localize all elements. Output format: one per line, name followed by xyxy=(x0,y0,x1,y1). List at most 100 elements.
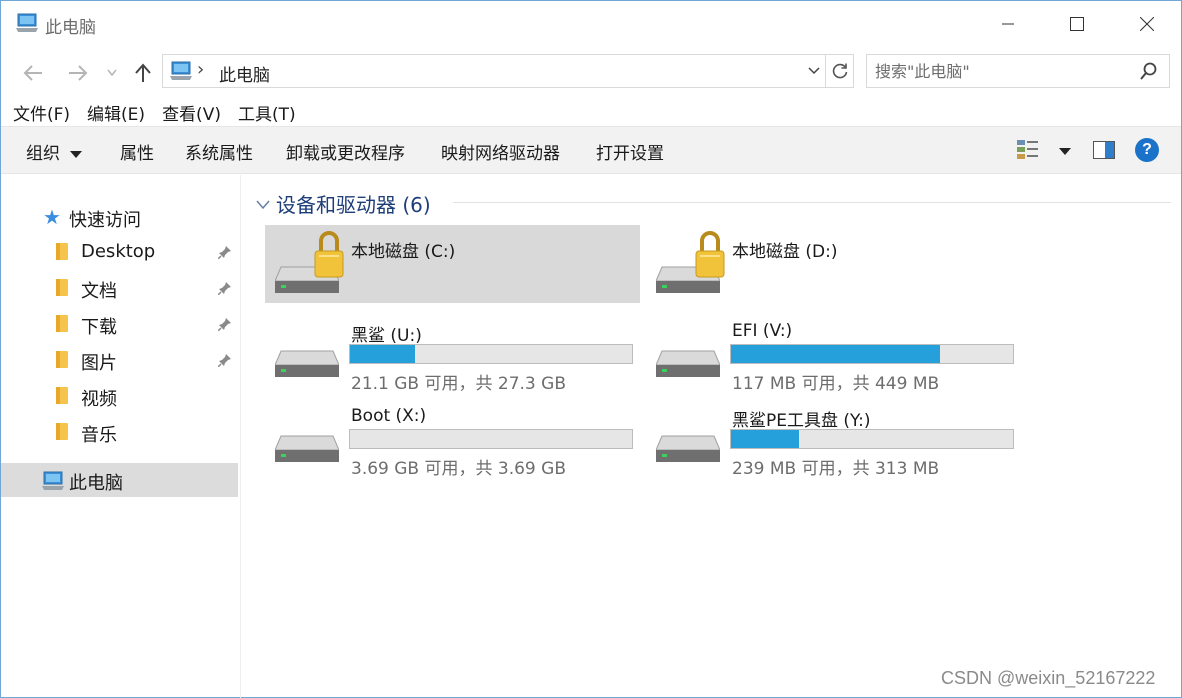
hard-drive-icon xyxy=(274,327,340,384)
usage-bar xyxy=(349,429,633,449)
lock-icon xyxy=(694,227,726,288)
menu-edit[interactable]: 编辑(E) xyxy=(87,100,145,125)
menu-file[interactable]: 文件(F) xyxy=(13,100,70,125)
drive-name: 本地磁盘 (C:) xyxy=(351,242,456,262)
drive-name: Boot (X:) xyxy=(351,406,427,426)
drive-tile-c[interactable]: 本地磁盘 (C:) xyxy=(265,225,640,303)
chevron-down-icon xyxy=(107,69,117,77)
drive-tile-x[interactable]: Boot (X:) 3.69 GB 可用，共 3.69 GB xyxy=(265,394,640,479)
maximize-icon xyxy=(1070,17,1084,31)
chevron-down-icon[interactable] xyxy=(256,195,270,215)
close-button[interactable] xyxy=(1118,1,1176,47)
uninstall-program-button[interactable]: 卸载或更改程序 xyxy=(286,139,405,164)
menu-view[interactable]: 查看(V) xyxy=(162,100,221,125)
drive-name: EFI (V:) xyxy=(732,321,793,341)
close-icon xyxy=(1140,17,1154,31)
drive-free-space: 239 MB 可用，共 313 MB xyxy=(732,459,940,479)
recent-locations-button[interactable] xyxy=(100,59,124,87)
nav-quick-access-label: 快速访问 xyxy=(69,210,141,231)
up-button[interactable] xyxy=(129,59,157,87)
breadcrumb-this-pc[interactable]: 此电脑 xyxy=(219,61,270,86)
address-bar[interactable]: › 此电脑 xyxy=(162,54,854,88)
back-button[interactable] xyxy=(19,59,47,87)
this-pc-icon xyxy=(169,61,193,86)
usage-bar xyxy=(730,429,1014,449)
search-input[interactable] xyxy=(875,60,1125,82)
search-icon[interactable] xyxy=(1139,61,1159,86)
pin-icon[interactable] xyxy=(217,316,232,336)
dropdown-caret-icon xyxy=(70,150,82,158)
view-options-dropdown[interactable] xyxy=(1059,148,1071,155)
open-settings-button[interactable]: 打开设置 xyxy=(596,139,664,164)
hard-drive-icon xyxy=(655,412,721,469)
map-network-drive-button[interactable]: 映射网络驱动器 xyxy=(441,139,560,164)
command-bar: 组织 属性 系统属性 卸载或更改程序 映射网络驱动器 打开设置 ? xyxy=(1,126,1181,174)
drive-free-space: 117 MB 可用，共 449 MB xyxy=(732,374,940,394)
search-box[interactable] xyxy=(866,54,1170,88)
arrow-left-icon xyxy=(23,65,42,81)
drive-tile-y[interactable]: 黑鲨PE工具盘 (Y:) 239 MB 可用，共 313 MB xyxy=(646,394,1021,479)
nav-quick-access[interactable]: ★ 快速访问 xyxy=(1,200,238,234)
title-bar: 此电脑 xyxy=(1,1,1181,47)
group-title: 设备和驱动器 (6) xyxy=(276,193,431,217)
minimize-button[interactable] xyxy=(979,1,1037,47)
address-history-button[interactable] xyxy=(803,59,825,83)
nav-item-label: 下载 xyxy=(81,317,117,338)
menu-bar: 文件(F) 编辑(E) 查看(V) 工具(T) xyxy=(13,100,296,125)
folder-icon xyxy=(56,351,68,368)
nav-item-label: 图片 xyxy=(81,353,117,374)
explorer-window: 此电脑 › 此电脑 搜索"此电脑" 文件(F) 编辑(E) 查看(V) 工具(T… xyxy=(0,0,1182,698)
drive-free-space: 3.69 GB 可用，共 3.69 GB xyxy=(351,459,566,479)
usage-bar-fill xyxy=(731,345,940,363)
drive-tile-d[interactable]: 本地磁盘 (D:) xyxy=(646,225,1021,303)
organize-label: 组织 xyxy=(26,144,60,164)
lock-icon xyxy=(313,227,345,288)
maximize-button[interactable] xyxy=(1048,1,1106,47)
pin-icon[interactable] xyxy=(217,352,232,372)
nav-item-music[interactable]: 音乐 xyxy=(1,415,238,449)
chevron-down-icon xyxy=(808,67,820,75)
navigation-pane: ★ 快速访问 Desktop 文档 下载 图片 视频 音乐 此电脑 xyxy=(1,175,241,698)
this-pc-icon xyxy=(41,471,65,496)
system-properties-button[interactable]: 系统属性 xyxy=(185,139,253,164)
nav-item-downloads[interactable]: 下载 xyxy=(1,307,238,341)
refresh-icon xyxy=(832,63,848,79)
arrow-right-icon xyxy=(69,65,88,81)
minimize-icon xyxy=(1002,23,1014,25)
drive-name: 黑鲨 (U:) xyxy=(351,326,422,346)
preview-pane-button[interactable] xyxy=(1093,141,1115,164)
nav-item-documents[interactable]: 文档 xyxy=(1,271,238,305)
refresh-button[interactable] xyxy=(825,55,854,87)
nav-item-videos[interactable]: 视频 xyxy=(1,379,238,413)
drive-tile-v[interactable]: EFI (V:) 117 MB 可用，共 449 MB xyxy=(646,309,1021,394)
nav-item-label: 视频 xyxy=(81,389,117,410)
window-title: 此电脑 xyxy=(45,18,96,38)
organize-button[interactable]: 组织 xyxy=(26,139,82,164)
change-view-icon[interactable] xyxy=(1016,139,1040,166)
nav-item-desktop[interactable]: Desktop xyxy=(1,235,238,269)
properties-button[interactable]: 属性 xyxy=(120,139,154,164)
nav-this-pc[interactable]: 此电脑 xyxy=(1,463,238,497)
folder-icon xyxy=(56,387,68,404)
nav-item-label: 文档 xyxy=(81,281,117,302)
star-icon: ★ xyxy=(43,205,61,229)
nav-item-label: 音乐 xyxy=(81,425,117,446)
forward-button[interactable] xyxy=(64,59,92,87)
nav-this-pc-label: 此电脑 xyxy=(69,473,123,494)
nav-item-pictures[interactable]: 图片 xyxy=(1,343,238,377)
this-pc-icon xyxy=(15,13,39,38)
help-button[interactable]: ? xyxy=(1135,138,1159,162)
usage-bar xyxy=(349,344,633,364)
breadcrumb-separator[interactable]: › xyxy=(197,59,204,80)
usage-bar-fill xyxy=(731,430,799,448)
pin-icon[interactable] xyxy=(217,280,232,300)
pin-icon[interactable] xyxy=(217,244,232,264)
hard-drive-icon xyxy=(274,412,340,469)
watermark-text: CSDN @weixin_52167222 xyxy=(941,668,1156,688)
folder-icon xyxy=(56,279,68,296)
drive-free-space: 21.1 GB 可用，共 27.3 GB xyxy=(351,374,566,394)
nav-item-label: Desktop xyxy=(81,241,156,262)
hard-drive-icon xyxy=(655,327,721,384)
drive-tile-u[interactable]: 黑鲨 (U:) 21.1 GB 可用，共 27.3 GB xyxy=(265,309,640,394)
menu-tools[interactable]: 工具(T) xyxy=(238,100,296,125)
